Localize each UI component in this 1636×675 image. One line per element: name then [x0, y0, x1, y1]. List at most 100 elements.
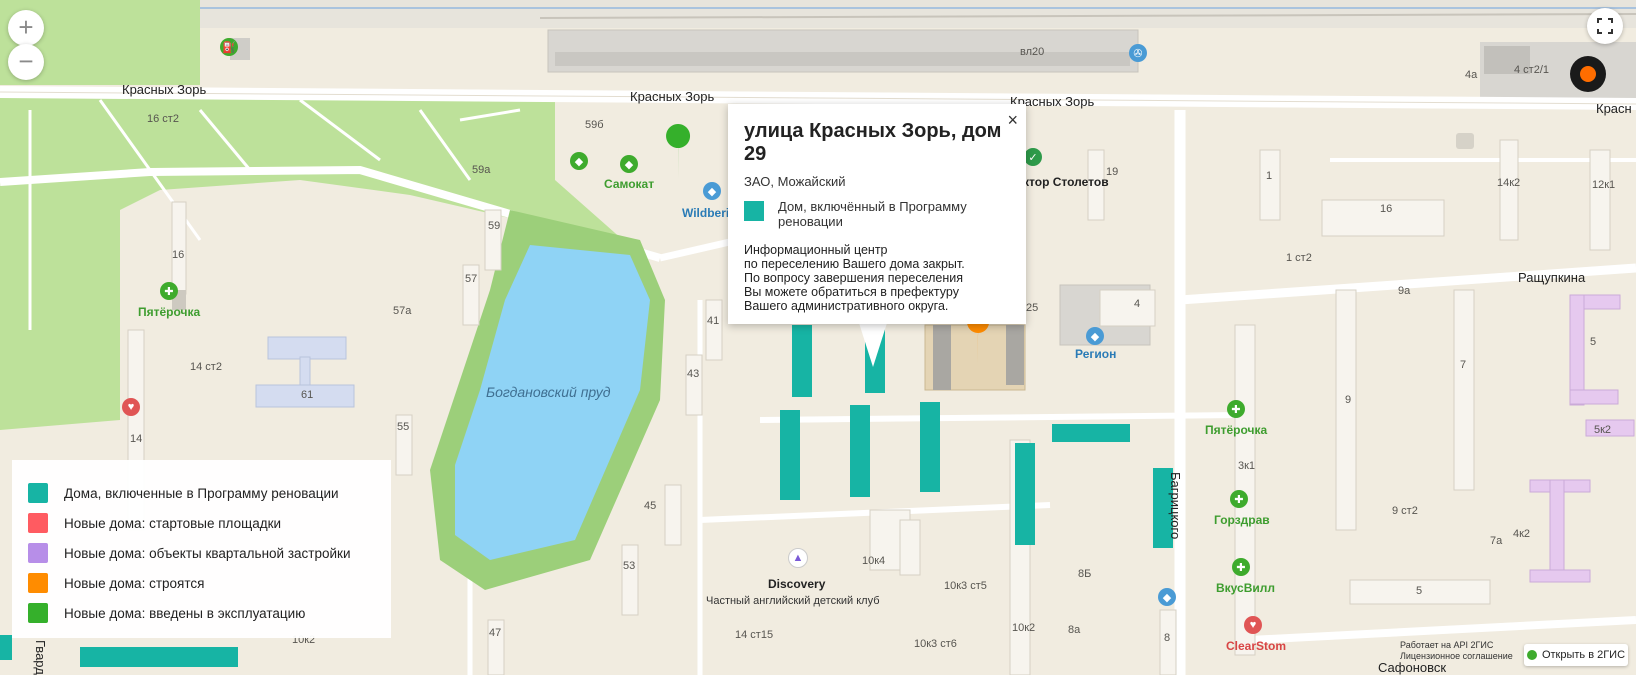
poi-clearstom[interactable]: ClearStom: [1226, 639, 1286, 653]
house-number: 1 ст2: [1286, 252, 1312, 264]
fullscreen-icon: [1597, 18, 1613, 34]
house-number: 12к1: [1592, 179, 1616, 191]
house-number: 47: [489, 627, 502, 639]
house-number: 5: [1590, 336, 1597, 348]
street-gvard: Гвард: [33, 640, 48, 675]
house-number: 59а: [472, 164, 491, 176]
shopping-cart-icon[interactable]: ✚: [1232, 558, 1250, 576]
legend-swatch-under-construction: [28, 573, 48, 593]
store-icon[interactable]: ◆: [1086, 327, 1104, 345]
zoom-out-button[interactable]: −: [8, 44, 44, 80]
house-number: 53: [623, 560, 636, 572]
zoom-in-button[interactable]: +: [8, 10, 44, 46]
house-number: 10к4: [862, 555, 886, 567]
house-number: 55: [397, 421, 410, 433]
fuel-station-icon[interactable]: ⛽: [220, 38, 238, 56]
popup-info-line: Вашего административного округа.: [744, 299, 949, 313]
house-number: 9 ст2: [1392, 505, 1418, 517]
legend-item: Новые дома: строятся: [28, 568, 375, 598]
house-number: 9а: [1398, 285, 1411, 297]
attribution-api[interactable]: Работает на API 2ГИС: [1400, 640, 1513, 651]
poi-vkusvill[interactable]: ВкусВилл: [1216, 581, 1275, 595]
service-icon[interactable]: ✇: [1129, 44, 1147, 62]
legend-swatch-starting-sites: [28, 513, 48, 533]
house-number: 5: [1416, 585, 1423, 597]
popup-category: Дом, включённый в Программу реновации: [744, 199, 1010, 229]
popup-info-line: Вы можете обратиться в префектуру: [744, 285, 959, 299]
map-attribution: Работает на API 2ГИС Лицензионное соглаш…: [1400, 640, 1513, 662]
poi-region[interactable]: Регион: [1075, 347, 1116, 361]
samokat-icon[interactable]: ◆: [570, 152, 588, 170]
house-number: 4: [1134, 298, 1141, 310]
education-icon[interactable]: ▲: [788, 548, 808, 568]
house-number: 8Б: [1078, 568, 1092, 580]
house-number: 8а: [1068, 624, 1081, 636]
store-icon[interactable]: ◆: [1158, 588, 1176, 606]
legend-label: Новые дома: стартовые площадки: [64, 515, 282, 531]
house-number: 8: [1164, 632, 1171, 644]
popup-category-swatch: [744, 201, 764, 221]
street-krasnyh-zor-4: Красн: [1596, 101, 1632, 116]
legend-label: Дома, включенные в Программу реновации: [64, 485, 339, 501]
geolocation-button[interactable]: [1570, 56, 1606, 92]
legend-swatch-commissioned: [28, 603, 48, 623]
legend-item: Новые дома: введены в эксплуатацию: [28, 598, 375, 628]
popup-info-line: По вопросу завершения переселения: [744, 271, 964, 285]
dental-icon[interactable]: ♥: [1244, 616, 1262, 634]
house-number: 14 ст15: [735, 629, 774, 641]
house-number: 57а: [393, 305, 412, 317]
poi-discovery[interactable]: Discovery: [768, 577, 825, 591]
house-number: 10к2: [1012, 622, 1036, 634]
house-number: 5к2: [1594, 424, 1612, 436]
house-number: вл20: [1020, 46, 1045, 58]
house-number: 25: [1026, 302, 1039, 314]
open-in-2gis-label: Открыть в 2ГИС: [1541, 649, 1626, 661]
house-number: 16: [172, 249, 185, 261]
poi-pyaterochka-right[interactable]: Пятёрочка: [1205, 423, 1267, 437]
attribution-license[interactable]: Лицензионное соглашение: [1400, 651, 1513, 662]
poi-gorzdrav[interactable]: Горздрав: [1214, 513, 1270, 527]
house-number: 4а: [1465, 69, 1478, 81]
legend-label: Новые дома: строятся: [64, 575, 205, 591]
house-number: 3к1: [1238, 460, 1256, 472]
popup-info-line: Информационный центр: [744, 243, 888, 257]
street-bagritskogo: Багрицкого: [1168, 472, 1183, 540]
popup-title: улица Красных Зорь, дом 29: [744, 120, 1002, 165]
house-number: 14: [130, 433, 143, 445]
samokat-icon[interactable]: ◆: [620, 155, 638, 173]
street-rashchupkina: Ращупкина: [1518, 270, 1586, 285]
legend-item: Дома, включенные в Программу реновации: [28, 478, 375, 508]
shopping-cart-icon[interactable]: ✚: [1227, 400, 1245, 418]
popup-tail: [859, 323, 887, 367]
shopping-cart-icon[interactable]: ✚: [160, 282, 178, 300]
house-number: 7а: [1490, 535, 1503, 547]
poi-pyaterochka-left[interactable]: Пятёрочка: [138, 305, 200, 319]
map-legend: Дома, включенные в Программу реновации Н…: [12, 460, 391, 638]
popup-close-button[interactable]: ×: [1007, 110, 1018, 131]
popup-category-label: Дом, включённый в Программу реновации: [778, 199, 967, 229]
poi-wildberries[interactable]: Wildberi: [682, 206, 729, 220]
street-krasnyh-zor-2: Красных Зорь: [630, 89, 715, 104]
store-icon[interactable]: ◆: [703, 182, 721, 200]
house-number: 1: [1266, 170, 1273, 182]
popup-district: ЗАО, Можайский: [744, 174, 846, 189]
fullscreen-button[interactable]: [1587, 8, 1623, 44]
house-number: 14к2: [1497, 177, 1521, 189]
pond-label: Богдановский пруд: [486, 384, 611, 400]
popup-info-line: по переселению Вашего дома закрыт.: [744, 257, 965, 271]
house-number: 7: [1460, 359, 1467, 371]
street-safonovskaya: Сафоновск: [1378, 660, 1447, 675]
house-number: 61: [301, 389, 314, 401]
building-popup: × улица Красных Зорь, дом 29 ЗАО, Можайс…: [728, 104, 1026, 324]
house-number: 10к3 ст6: [914, 638, 957, 650]
pharmacy-icon[interactable]: ✚: [1230, 490, 1248, 508]
medical-icon[interactable]: ♥: [122, 398, 140, 416]
popup-info: Информационный центр по переселению Ваше…: [744, 243, 1010, 313]
poi-samokat[interactable]: Самокат: [604, 177, 654, 191]
clinic-icon[interactable]: ✓: [1024, 148, 1042, 166]
legend-label: Новые дома: введены в эксплуатацию: [64, 605, 306, 621]
location-icon: [1580, 66, 1596, 82]
street-krasnyh-zor-1: Красных Зорь: [122, 82, 207, 97]
house-number: 14 ст2: [190, 361, 222, 373]
open-in-2gis-button[interactable]: Открыть в 2ГИС: [1524, 644, 1628, 666]
